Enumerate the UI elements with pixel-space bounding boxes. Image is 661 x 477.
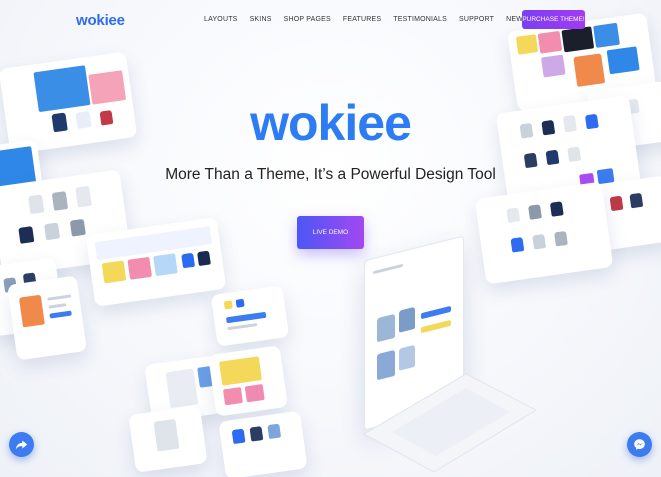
nav-item-new[interactable]: NEW	[506, 16, 523, 23]
mockup-image	[101, 260, 127, 284]
mockup-product	[231, 428, 246, 445]
nav-item-support[interactable]: SUPPORT	[459, 16, 494, 23]
mockup-image	[219, 356, 263, 386]
mockup-product	[181, 252, 196, 269]
hero-title: wokiee	[250, 95, 412, 151]
mockup-image	[153, 253, 178, 277]
mockup-image	[127, 256, 153, 280]
mockup-product	[554, 230, 568, 247]
mockup-card-product-detail	[7, 275, 87, 361]
hero-subtitle: More Than a Theme, It’s a Powerful Desig…	[165, 166, 496, 183]
mockup-product	[609, 195, 624, 212]
mockup-product	[44, 222, 61, 241]
mockup-product	[267, 423, 282, 440]
landing-page: wokiee LAYOUTS SKINS SHOP PAGES FEATURES…	[0, 0, 661, 477]
mockup-product	[528, 204, 542, 220]
brand-logo[interactable]: wokiee	[76, 12, 125, 29]
laptop-keyboard	[362, 373, 538, 473]
mockup-product	[399, 306, 415, 333]
main-nav: LAYOUTS SKINS SHOP PAGES FEATURES TESTIM…	[204, 16, 523, 23]
mockup-image	[222, 387, 244, 406]
mockup-card-bottom-small	[128, 405, 208, 473]
mockup-card-phone	[210, 285, 290, 347]
nav-item-shop-pages[interactable]: SHOP PAGES	[284, 16, 331, 23]
mockup-text-line	[47, 294, 72, 301]
mockup-text-line	[48, 303, 67, 309]
mockup-image	[244, 384, 265, 403]
nav-item-skins[interactable]: SKINS	[250, 16, 272, 23]
mockup-product	[165, 368, 199, 409]
mockup-product	[18, 226, 35, 244]
mockup-swatch	[223, 300, 233, 310]
mockup-product	[69, 218, 86, 237]
nav-item-features[interactable]: FEATURES	[343, 16, 381, 23]
mockup-product	[75, 185, 92, 208]
mockup-text-line	[373, 263, 403, 275]
mockup-product	[153, 418, 180, 452]
mockup-image	[515, 34, 539, 55]
mockup-button	[421, 319, 451, 334]
mockup-product	[629, 192, 644, 209]
mockup-product	[573, 53, 606, 87]
mockup-swatch	[235, 298, 245, 308]
messenger-icon	[634, 439, 645, 450]
mockup-image	[561, 26, 595, 53]
live-demo-button[interactable]: LIVE DEMO	[297, 216, 364, 249]
mockup-image	[606, 46, 640, 75]
purchase-theme-button[interactable]: PURCHASE THEME!	[522, 10, 585, 29]
mockup-product	[549, 201, 564, 217]
mockup-product	[18, 294, 45, 328]
mockup-product	[506, 207, 521, 223]
mockup-product	[249, 426, 264, 442]
share-icon	[15, 440, 28, 450]
mockup-product	[27, 194, 45, 215]
mockup-product	[377, 313, 395, 343]
mockup-image	[540, 54, 566, 78]
mockup-card-right-lower	[474, 181, 614, 285]
mockup-product	[510, 237, 525, 253]
share-button[interactable]	[9, 432, 34, 457]
mockup-image	[537, 30, 563, 54]
mockup-card-bottom-yellow	[208, 345, 288, 417]
mockup-text-line	[227, 323, 258, 331]
mockup-image	[593, 22, 620, 48]
nav-item-testimonials[interactable]: TESTIMONIALS	[393, 16, 447, 23]
mockup-product	[197, 250, 211, 267]
mockup-button	[225, 311, 267, 324]
mockup-button	[49, 310, 72, 319]
mockup-banner	[94, 226, 213, 261]
messenger-button[interactable]	[627, 432, 652, 457]
mockup-product	[51, 191, 69, 211]
mockup-product	[532, 233, 547, 250]
nav-item-layouts[interactable]: LAYOUTS	[204, 16, 238, 23]
mockup-button	[421, 305, 451, 320]
mockup-card-bottom-grid	[218, 410, 308, 477]
